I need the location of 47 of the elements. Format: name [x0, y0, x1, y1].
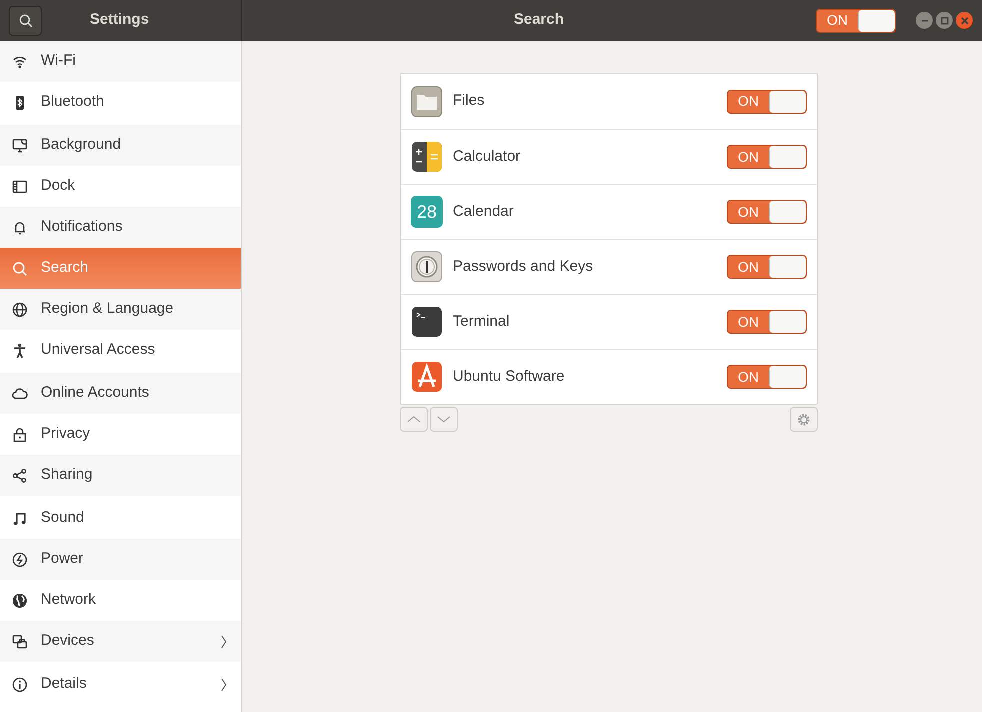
search-button[interactable] — [9, 6, 42, 36]
sidebar-item[interactable]: Online Accounts — [0, 373, 241, 414]
info-icon — [12, 676, 28, 692]
music-note-icon — [12, 510, 28, 526]
sidebar-item[interactable]: Notifications — [0, 207, 241, 248]
app-name: Calculator — [453, 146, 522, 167]
sidebar-item[interactable]: Region & Language — [0, 289, 241, 330]
share-icon — [12, 468, 28, 484]
software-store-icon — [411, 361, 443, 393]
sidebar-item[interactable]: Power — [0, 539, 241, 580]
close-button[interactable] — [956, 12, 973, 29]
person-icon — [12, 342, 28, 358]
chevron-up-icon — [407, 416, 421, 423]
bell-icon — [12, 220, 28, 236]
sidebar-item[interactable]: Wi-Fi — [0, 41, 241, 82]
calculator-icon — [411, 141, 443, 173]
app-name: Ubuntu Software — [453, 366, 566, 387]
dock-icon — [12, 178, 28, 194]
sidebar-item[interactable]: Background — [0, 125, 241, 166]
sidebar-title: Settings — [90, 10, 150, 30]
app-name: Terminal — [453, 312, 511, 332]
calendar-icon: 28 — [411, 196, 443, 228]
search-icon — [18, 14, 32, 28]
lock-icon — [12, 426, 28, 442]
globe-icon — [12, 592, 28, 608]
terminal-icon — [411, 306, 443, 338]
globe-icon — [12, 302, 28, 318]
sidebar-item[interactable]: Sharing — [0, 455, 241, 496]
app-name: Files — [453, 91, 486, 112]
sidebar-item[interactable]: Devices — [0, 621, 241, 662]
maximize-button[interactable] — [936, 12, 953, 29]
cloud-icon — [12, 386, 28, 402]
power-icon — [12, 552, 28, 568]
minimize-button[interactable] — [916, 12, 933, 29]
printer-icon — [12, 634, 28, 650]
monitor-icon — [12, 138, 28, 154]
window-title: Search — [514, 10, 564, 30]
app-name: Passwords and Keys — [453, 256, 594, 277]
settings-icon — [797, 412, 811, 426]
maximize-icon — [940, 16, 948, 24]
settings-button[interactable] — [790, 407, 818, 432]
app-name: Calendar — [453, 202, 515, 222]
folder-icon — [411, 86, 443, 118]
key-dial-icon — [411, 251, 443, 283]
search-icon — [12, 260, 28, 276]
close-icon — [960, 16, 968, 24]
chevron-down-icon — [437, 416, 451, 423]
